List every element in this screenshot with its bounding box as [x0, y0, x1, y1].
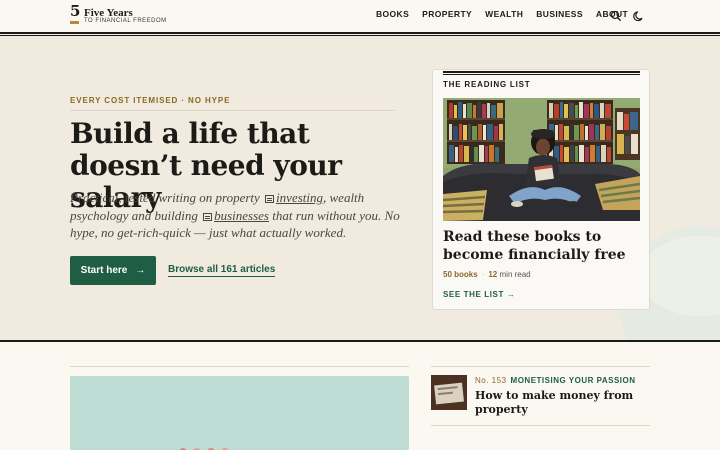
intro-link-businesses[interactable]: businesses: [214, 208, 269, 223]
feature-image[interactable]: [70, 376, 409, 450]
read-time-label: min read: [499, 270, 531, 279]
card-eyebrow: THE READING LIST: [443, 80, 531, 89]
logo-mark[interactable]: 5: [70, 2, 81, 25]
nav-item-business[interactable]: BUSINESS: [536, 10, 583, 19]
intro-link-investing[interactable]: investing: [276, 190, 323, 205]
logo-number: 5: [70, 2, 81, 20]
article-icon: [265, 195, 275, 203]
books-count: 50 books: [443, 270, 478, 279]
article-top-rule: [431, 366, 650, 367]
article-meta: No. 153 MONETISING YOUR PASSION: [475, 376, 636, 385]
article-icon: [203, 212, 213, 221]
article-title[interactable]: How to make money from property: [475, 389, 645, 417]
card-divider: [443, 71, 640, 75]
main-nav: BOOKS PROPERTY WEALTH BUSINESS ABOUT: [376, 10, 628, 19]
article-thumbnail[interactable]: [431, 375, 467, 410]
browse-articles-link[interactable]: Browse all 161 articles: [168, 264, 276, 277]
start-here-label: Start here: [80, 265, 128, 276]
meta-separator: ·: [481, 270, 485, 279]
reading-list-card[interactable]: THE READING LIST Read these books to bec…: [432, 69, 650, 310]
eyebrow-divider: [70, 110, 395, 111]
arrow-right-icon: →: [135, 265, 146, 276]
nav-item-books[interactable]: BOOKS: [376, 10, 409, 19]
article-bottom-rule: [431, 425, 650, 426]
logo-underline: [70, 21, 79, 24]
site-header: 5 Five Years TO FINANCIAL FREEDOM BOOKS …: [0, 0, 720, 32]
nav-item-wealth[interactable]: WEALTH: [485, 10, 523, 19]
article-number: No. 153: [475, 376, 507, 385]
see-the-list-link[interactable]: SEE THE LIST →: [443, 290, 515, 299]
intro-text-1: Practical, tested writing on property: [70, 190, 264, 205]
feature-top-rule: [70, 366, 409, 367]
nav-item-property[interactable]: PROPERTY: [422, 10, 472, 19]
start-here-button[interactable]: Start here →: [70, 256, 156, 285]
hero-eyebrow: EVERY COST ITEMISED · NO HYPE: [70, 96, 231, 105]
hero-section: EVERY COST ITEMISED · NO HYPE Build a li…: [0, 36, 720, 340]
moon-icon[interactable]: [632, 9, 646, 23]
read-time-number: 12: [488, 270, 498, 279]
card-meta: 50 books · 12 min read: [443, 270, 531, 279]
search-icon[interactable]: [609, 9, 623, 23]
logo-subtitle: TO FINANCIAL FREEDOM: [84, 18, 167, 24]
reading-woman-image[interactable]: [443, 98, 640, 221]
card-title[interactable]: Read these books to become financially f…: [443, 228, 643, 264]
hero-intro: Practical, tested writing on property in…: [70, 189, 400, 242]
article-category[interactable]: MONETISING YOUR PASSION: [511, 376, 636, 385]
